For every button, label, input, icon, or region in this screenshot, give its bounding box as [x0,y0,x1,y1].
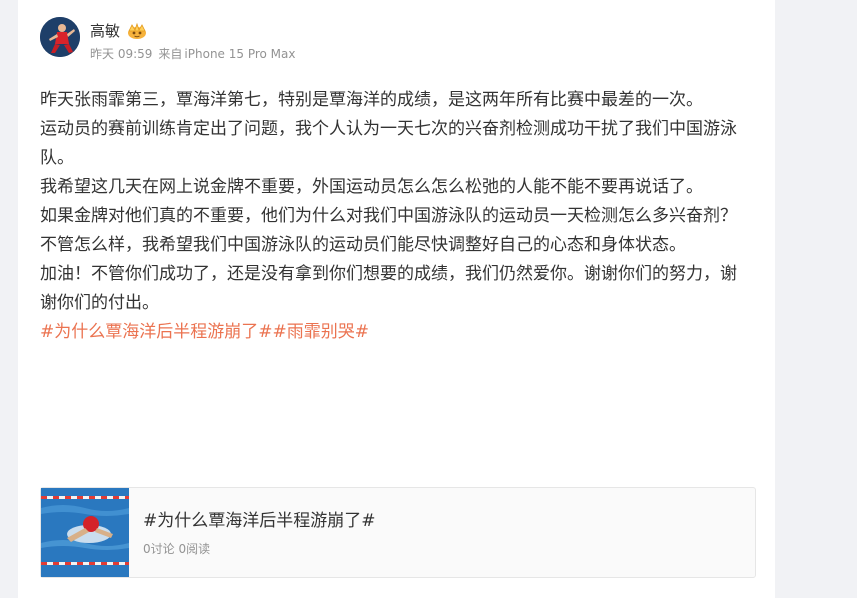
post-source: iPhone 15 Pro Max [184,47,296,61]
topic-card[interactable]: #为什么覃海洋后半程游崩了# 0讨论 0阅读 [40,487,756,578]
post-paragraph: 加油！不管你们成功了，还是没有拿到你们想要的成绩，我们仍然爱你。谢谢你们的努力，… [40,264,737,313]
post-content: 昨天张雨霏第三，覃海洋第七，特别是覃海洋的成绩，是这两年所有比赛中最差的一次。 … [40,86,750,347]
avatar-image [40,17,80,57]
post-meta: 昨天 09:59 来自 iPhone 15 Pro Max [90,46,296,62]
author-name[interactable]: 高敏 [90,22,120,40]
post-paragraph: 昨天张雨霏第三，覃海洋第七，特别是覃海洋的成绩，是这两年所有比赛中最差的一次。 [40,90,703,110]
author-row: 高敏 [90,22,148,40]
post-time[interactable]: 昨天 09:59 [90,46,152,62]
post-paragraph: 不管怎么样，我希望我们中国游泳队的运动员们能尽快调整好自己的心态和身体状态。 [40,235,686,255]
gold-crown-badge-icon[interactable] [126,22,148,40]
topic-title[interactable]: #为什么覃海洋后半程游崩了# [143,510,376,532]
topic-thumbnail-image [41,488,129,577]
weibo-post-card: 高敏 昨天 09:59 来自 iPhone 15 Pro Max 昨天张雨霏第三… [18,0,775,598]
author-avatar[interactable] [40,17,80,57]
post-paragraph: 运动员的赛前训练肯定出了问题，我个人认为一天七次的兴奋剂检测成功干扰了我们中国游… [40,119,737,168]
post-paragraph: 如果金牌对他们真的不重要，他们为什么对我们中国游泳队的运动员一天检测怎么多兴奋剂… [40,206,737,226]
topic-stats: 0讨论 0阅读 [143,542,211,556]
post-paragraph: 我希望这几天在网上说金牌不重要，外国运动员怎么怎么松弛的人能不能不要再说话了。 [40,177,703,197]
source-prefix: 来自 [158,47,183,61]
topic-info: #为什么覃海洋后半程游崩了# 0讨论 0阅读 [129,488,376,577]
post-hashtags[interactable]: #为什么覃海洋后半程游崩了##雨霏别哭# [40,318,750,347]
